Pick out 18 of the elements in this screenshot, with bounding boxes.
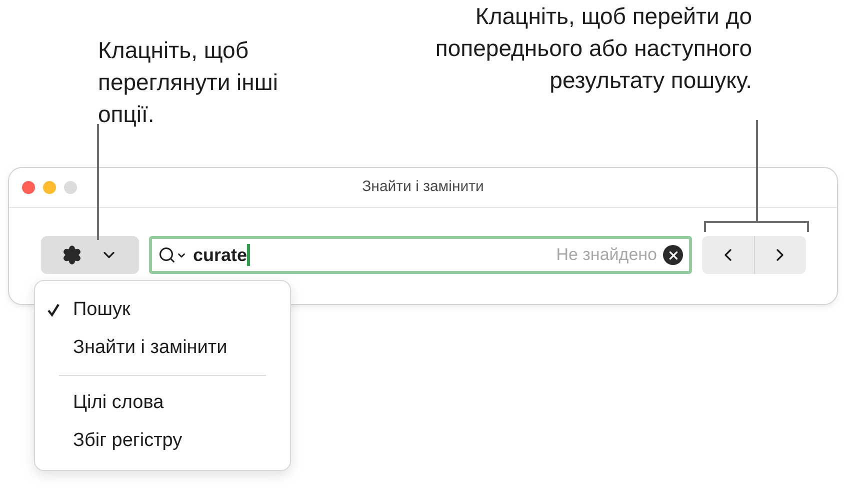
search-icon[interactable] [158, 246, 187, 264]
menu-item[interactable]: Пошук [35, 291, 290, 329]
search-status: Не знайдено [556, 244, 657, 266]
text-cursor [247, 244, 250, 266]
clear-icon[interactable] [663, 245, 683, 265]
checkmark-icon [47, 303, 60, 317]
menu-item[interactable]: Збіг регістру [35, 422, 290, 460]
callout-text: Клацніть, щоб переглянути інші опції. [98, 36, 279, 129]
close-window-icon[interactable] [22, 181, 35, 194]
search-value: curate [193, 244, 248, 266]
window-title: Знайти і замінити [361, 177, 485, 198]
search-field[interactable]: curate Не знайдено [149, 236, 692, 274]
callout-text: Клацніть, щоб перейти до попереднього або наступного результату пошуку. [434, 2, 752, 95]
options-button[interactable] [41, 236, 139, 274]
minimize-window-icon[interactable] [43, 181, 56, 194]
menu-item[interactable]: Знайти і замінити [35, 329, 290, 367]
gear-icon [62, 245, 82, 265]
menu-item[interactable]: Цілі слова [35, 384, 290, 422]
